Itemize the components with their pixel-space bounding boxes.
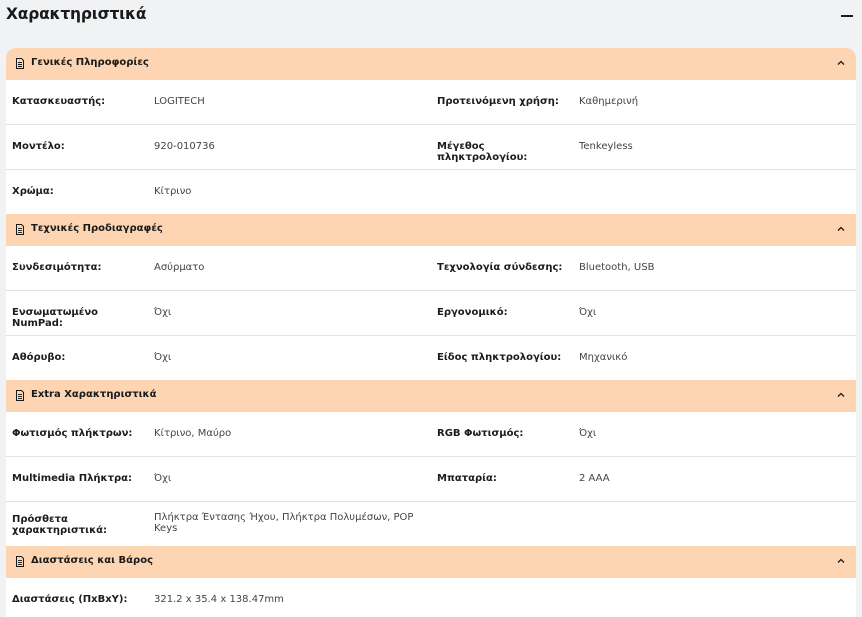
- spec-label: Κατασκευαστής:: [12, 96, 106, 107]
- specs-card: Γενικές Πληροφορίες Κατασκευαστής: LOGIT…: [6, 48, 856, 617]
- spec-label: Διαστάσεις (ΠxΒxΥ):: [12, 594, 128, 605]
- spec-value: Tenkeyless: [579, 141, 633, 152]
- spec-label: Εργονομικό:: [437, 307, 508, 318]
- spec-value: 2 AAA: [579, 473, 610, 484]
- spec-row: Χρώμα: Κίτρινο: [6, 170, 856, 214]
- spec-row: Συνδεσιμότητα: Ασύρματο Τεχνολογία σύνδε…: [6, 246, 856, 291]
- spec-label: Τεχνολογία σύνδεσης:: [437, 262, 563, 273]
- spec-value: Πλήκτρα Έντασης Ήχου, Πλήκτρα Πολυμέσων,…: [154, 512, 414, 534]
- spec-row: Multimedia Πλήκτρα: Όχι Μπαταρία: 2 AAA: [6, 457, 856, 502]
- section-title: Διαστάσεις και Βάρος: [31, 555, 154, 566]
- spec-value: Ασύρματο: [154, 262, 205, 273]
- spec-label: Μέγεθος πληκτρολογίου:: [437, 141, 528, 163]
- spec-value: Bluetooth, USB: [579, 262, 655, 273]
- chevron-up-icon[interactable]: [836, 59, 846, 67]
- spec-value: Καθημερινή: [579, 96, 639, 107]
- spec-value: Όχι: [579, 428, 597, 439]
- section-header-extra[interactable]: Extra Χαρακτηριστικά: [6, 380, 856, 412]
- minus-icon[interactable]: [841, 15, 853, 17]
- spec-label: Είδος πληκτρολογίου:: [437, 352, 562, 363]
- spec-row: Φωτισμός πλήκτρων: Κίτρινο, Μαύρο RGB Φω…: [6, 412, 856, 457]
- spec-value: Κίτρινο, Μαύρο: [154, 428, 232, 439]
- spec-row: Κατασκευαστής: LOGITECH Προτεινόμενη χρή…: [6, 80, 856, 125]
- document-icon: [16, 556, 24, 567]
- spec-value: 920-010736: [154, 141, 215, 152]
- spec-label: Συνδεσιμότητα:: [12, 262, 102, 273]
- spec-label: Μοντέλο:: [12, 141, 65, 152]
- spec-label: Φωτισμός πλήκτρων:: [12, 428, 133, 439]
- spec-value: Όχι: [154, 473, 172, 484]
- spec-value: Μηχανικό: [579, 352, 628, 363]
- spec-value: Όχι: [154, 307, 172, 318]
- spec-value: Όχι: [154, 352, 172, 363]
- section-title: Τεχνικές Προδιαγραφές: [31, 223, 163, 234]
- spec-label: Χρώμα:: [12, 186, 54, 197]
- spec-label: Πρόσθετα χαρακτηριστικά:: [12, 514, 108, 536]
- spec-label: Multimedia Πλήκτρα:: [12, 473, 133, 484]
- section-title: Extra Χαρακτηριστικά: [31, 389, 157, 400]
- spec-row: Αθόρυβο: Όχι Είδος πληκτρολογίου: Μηχανι…: [6, 336, 856, 380]
- spec-value: Κίτρινο: [154, 186, 192, 197]
- spec-value: Όχι: [579, 307, 597, 318]
- spec-label: Προτεινόμενη χρήση:: [437, 96, 559, 107]
- page-title: Χαρακτηριστικά: [6, 5, 147, 23]
- section-title: Γενικές Πληροφορίες: [31, 57, 149, 68]
- spec-value: 321.2 x 35.4 x 138.47mm: [154, 594, 284, 605]
- section-header-dimensions[interactable]: Διαστάσεις και Βάρος: [6, 546, 856, 578]
- chevron-up-icon[interactable]: [836, 557, 846, 565]
- spec-label: Αθόρυβο:: [12, 352, 66, 363]
- document-icon: [16, 58, 24, 69]
- section-header-general[interactable]: Γενικές Πληροφορίες: [6, 48, 856, 80]
- spec-row: Πρόσθετα χαρακτηριστικά: Πλήκτρα Έντασης…: [6, 502, 856, 546]
- spec-label: Ενσωματωμένο NumPad:: [12, 307, 99, 329]
- document-icon: [16, 224, 24, 235]
- spec-row: Διαστάσεις (ΠxΒxΥ): 321.2 x 35.4 x 138.4…: [6, 578, 856, 617]
- section-header-technical[interactable]: Τεχνικές Προδιαγραφές: [6, 214, 856, 246]
- spec-row: Μοντέλο: 920-010736 Μέγεθος πληκτρολογίο…: [6, 125, 856, 170]
- chevron-up-icon[interactable]: [836, 391, 846, 399]
- document-icon: [16, 390, 24, 401]
- chevron-up-icon[interactable]: [836, 225, 846, 233]
- spec-label: Μπαταρία:: [437, 473, 497, 484]
- spec-label: RGB Φωτισμός:: [437, 428, 524, 439]
- spec-row: Ενσωματωμένο NumPad: Όχι Εργονομικό: Όχι: [6, 291, 856, 336]
- spec-value: LOGITECH: [154, 96, 205, 107]
- page-header: Χαρακτηριστικά: [0, 0, 862, 42]
